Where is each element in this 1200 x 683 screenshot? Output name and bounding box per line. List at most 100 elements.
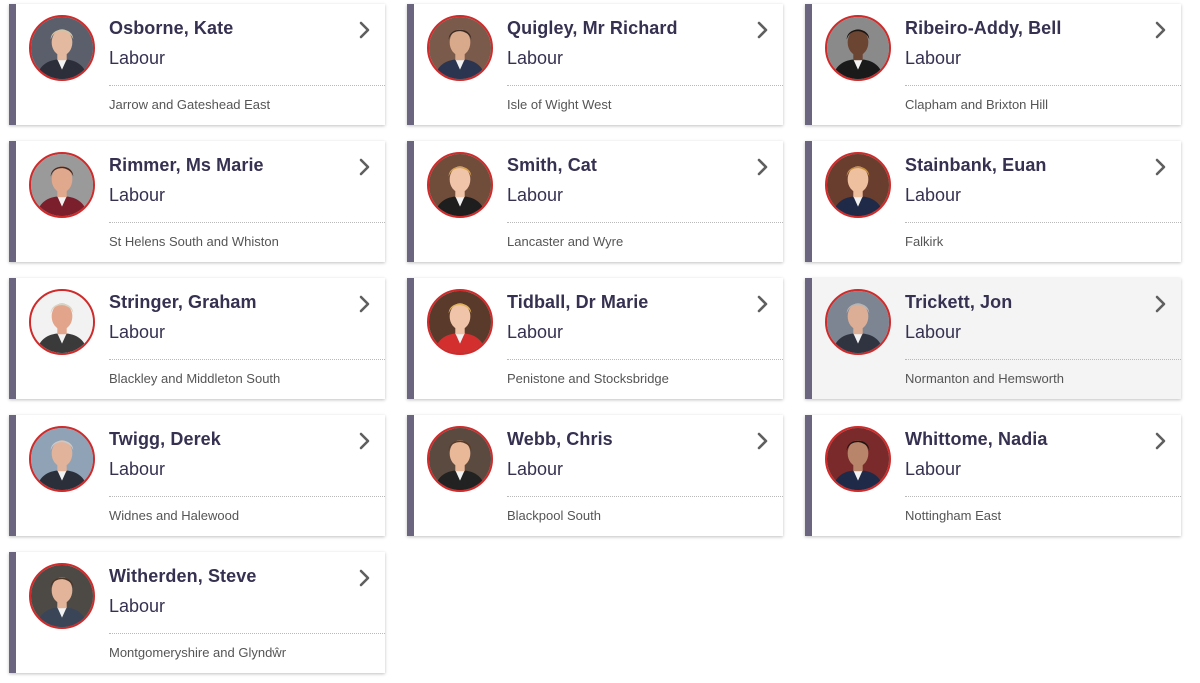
card-divider (905, 496, 1181, 497)
card-divider (507, 85, 783, 86)
member-constituency: Blackley and Middleton South (109, 371, 281, 386)
member-name[interactable]: Smith, Cat (507, 155, 597, 176)
chevron-right-icon[interactable] (1155, 21, 1167, 39)
portrait-image (31, 428, 93, 490)
member-constituency: Clapham and Brixton Hill (905, 97, 1049, 112)
portrait-image (827, 17, 889, 79)
chevron-right-icon[interactable] (359, 158, 371, 176)
member-photo (427, 15, 493, 81)
member-constituency: Penistone and Stocksbridge (507, 371, 669, 386)
card-divider (905, 85, 1181, 86)
member-party: Labour (109, 48, 166, 68)
member-name[interactable]: Ribeiro-Addy, Bell (905, 18, 1061, 39)
member-name[interactable]: Tidball, Dr Marie (507, 292, 648, 313)
portrait-image (827, 291, 889, 353)
member-party: Labour (109, 322, 166, 342)
member-photo (825, 426, 891, 492)
member-name[interactable]: Trickett, Jon (905, 292, 1012, 313)
member-party: Labour (109, 596, 166, 616)
member-card-tidball[interactable]: Tidball, Dr Marie Labour Penistone and Sto… (407, 278, 783, 399)
member-name[interactable]: Osborne, Kate (109, 18, 233, 39)
member-photo (427, 289, 493, 355)
chevron-right-icon[interactable] (359, 432, 371, 450)
portrait-image (429, 428, 491, 490)
chevron-right-icon[interactable] (757, 21, 769, 39)
member-photo (29, 152, 95, 218)
chevron-right-icon[interactable] (1155, 158, 1167, 176)
member-card-stringer[interactable]: Stringer, Graham Labour Blackley and Middl… (9, 278, 385, 399)
portrait-image (31, 565, 93, 627)
card-divider (109, 633, 385, 634)
portrait-image (31, 291, 93, 353)
member-constituency: Isle of Wight West (507, 97, 612, 112)
member-name[interactable]: Quigley, Mr Richard (507, 18, 678, 39)
member-photo (29, 563, 95, 629)
member-card-twigg[interactable]: Twigg, Derek Labour Widnes and Halewood (9, 415, 385, 536)
member-photo (427, 426, 493, 492)
portrait-image (429, 17, 491, 79)
member-card-witherden[interactable]: Witherden, Steve Labour Montgomeryshire an… (9, 552, 385, 673)
chevron-right-icon[interactable] (757, 295, 769, 313)
member-party: Labour (507, 185, 564, 205)
member-card-osborne[interactable]: Osborne, Kate Labour Jarrow and Gateshead … (9, 4, 385, 125)
card-divider (109, 85, 385, 86)
member-photo (825, 289, 891, 355)
member-party: Labour (109, 459, 166, 479)
member-card-smith[interactable]: Smith, Cat Labour Lancaster and Wyre (407, 141, 783, 262)
member-constituency: Nottingham East (905, 508, 1002, 523)
member-name[interactable]: Whittome, Nadia (905, 429, 1048, 450)
member-card-rimmer[interactable]: Rimmer, Ms Marie Labour St Helens South an… (9, 141, 385, 262)
member-photo (29, 15, 95, 81)
portrait-image (31, 154, 93, 216)
card-divider (109, 359, 385, 360)
member-name[interactable]: Stainbank, Euan (905, 155, 1047, 176)
card-divider (109, 496, 385, 497)
member-constituency: Jarrow and Gateshead East (109, 97, 271, 112)
member-card-whittome[interactable]: Whittome, Nadia Labour Nottingham East (805, 415, 1181, 536)
member-constituency: Normanton and Hemsworth (905, 371, 1064, 386)
member-name[interactable]: Webb, Chris (507, 429, 613, 450)
card-divider (905, 222, 1181, 223)
member-name[interactable]: Witherden, Steve (109, 566, 256, 587)
chevron-right-icon[interactable] (757, 158, 769, 176)
portrait-image (429, 154, 491, 216)
chevron-right-icon[interactable] (359, 295, 371, 313)
member-constituency: Widnes and Halewood (109, 508, 240, 523)
member-constituency: St Helens South and Whiston (109, 234, 279, 249)
portrait-image (31, 17, 93, 79)
chevron-right-icon[interactable] (757, 432, 769, 450)
member-name[interactable]: Twigg, Derek (109, 429, 221, 450)
member-photo (29, 289, 95, 355)
member-constituency: Falkirk (905, 234, 944, 249)
chevron-right-icon[interactable] (1155, 432, 1167, 450)
chevron-right-icon[interactable] (359, 569, 371, 587)
chevron-right-icon[interactable] (1155, 295, 1167, 313)
member-name[interactable]: Rimmer, Ms Marie (109, 155, 264, 176)
card-divider (507, 496, 783, 497)
member-party: Labour (905, 185, 962, 205)
member-card-stainbank[interactable]: Stainbank, Euan Labour Falkirk (805, 141, 1181, 262)
member-card-ribeiro-addy[interactable]: Ribeiro-Addy, Bell Labour Clapham and Brix… (805, 4, 1181, 125)
member-constituency: Blackpool South (507, 508, 601, 523)
card-divider (905, 359, 1181, 360)
member-constituency: Montgomeryshire and Glyndŵr (109, 645, 287, 660)
card-divider (507, 359, 783, 360)
member-name[interactable]: Stringer, Graham (109, 292, 257, 313)
member-party: Labour (109, 185, 166, 205)
member-card-webb[interactable]: Webb, Chris Labour Blackpool South (407, 415, 783, 536)
member-card-trickett[interactable]: Trickett, Jon Labour Normanton and Hemswor… (805, 278, 1181, 399)
card-divider (507, 222, 783, 223)
member-card-quigley[interactable]: Quigley, Mr Richard Labour Isle of Wight W… (407, 4, 783, 125)
portrait-image (429, 291, 491, 353)
member-photo (29, 426, 95, 492)
member-party: Labour (507, 322, 564, 342)
portrait-image (827, 154, 889, 216)
member-photo (825, 15, 891, 81)
member-constituency: Lancaster and Wyre (507, 234, 624, 249)
member-photo (427, 152, 493, 218)
member-photo (825, 152, 891, 218)
member-party: Labour (507, 459, 564, 479)
portrait-image (827, 428, 889, 490)
member-party: Labour (507, 48, 564, 68)
chevron-right-icon[interactable] (359, 21, 371, 39)
